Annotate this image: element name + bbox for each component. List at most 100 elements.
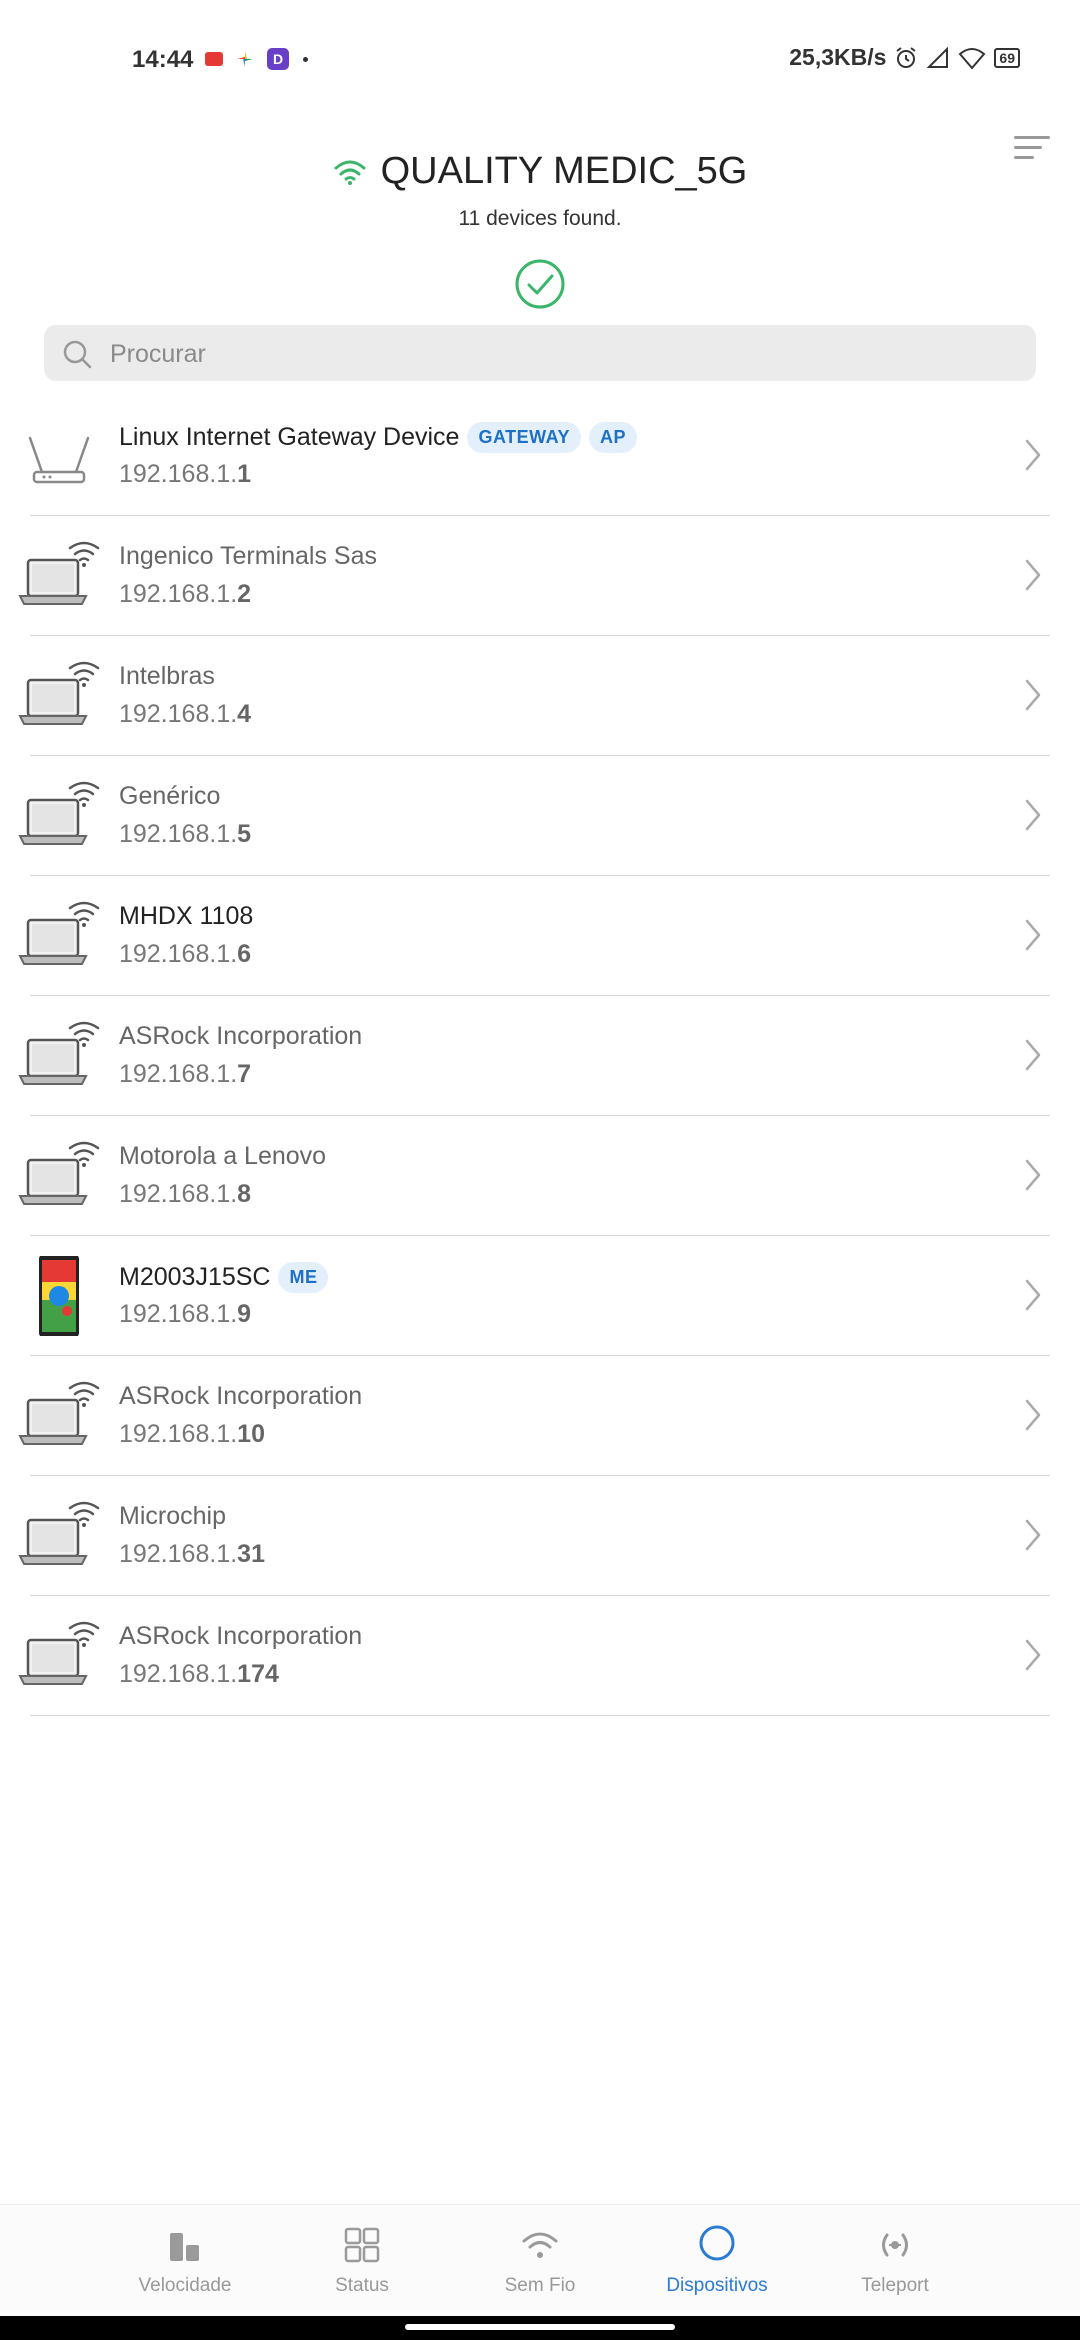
device-ip: 192.168.1.174 bbox=[119, 1660, 279, 1689]
system-home-bar bbox=[0, 2316, 1080, 2340]
device-row[interactable]: Intelbras 192.168.1.4 bbox=[0, 636, 1080, 756]
device-row[interactable]: ASRock Incorporation 192.168.1.10 bbox=[0, 1356, 1080, 1476]
router-icon bbox=[16, 416, 102, 496]
device-name: Ingenico Terminals Sas bbox=[119, 542, 378, 570]
bottom-navigation: Velocidade Status Sem Fio Dispositivos T… bbox=[0, 2204, 1080, 2317]
ip-suffix: 10 bbox=[237, 1420, 265, 1448]
ip-suffix: 1 bbox=[237, 460, 252, 488]
device-name: Linux Internet Gateway Device bbox=[119, 423, 460, 451]
laptop-wifi-icon bbox=[16, 1136, 102, 1216]
nav-devices-label: Dispositivos bbox=[666, 2275, 768, 2296]
device-name: Microchip bbox=[119, 1502, 226, 1530]
notification-icons: D bbox=[205, 48, 308, 70]
laptop-wifi-icon bbox=[16, 776, 102, 856]
laptop-wifi-icon bbox=[16, 1016, 102, 1096]
device-ip: 192.168.1.2 bbox=[119, 580, 251, 609]
device-row[interactable]: MHDX 1108 192.168.1.6 bbox=[0, 876, 1080, 996]
nav-teleport[interactable]: Teleport bbox=[815, 2205, 975, 2317]
ip-suffix: 5 bbox=[237, 820, 252, 848]
device-name-line: ASRock Incorporation bbox=[119, 1622, 362, 1651]
chevron-right-icon bbox=[1024, 678, 1042, 712]
device-name-line: MHDX 1108 bbox=[119, 902, 253, 931]
laptop-wifi-icon bbox=[16, 1376, 102, 1456]
device-ip: 192.168.1.10 bbox=[119, 1420, 265, 1449]
device-name: Motorola a Lenovo bbox=[119, 1142, 327, 1170]
chevron-right-icon bbox=[1024, 1398, 1042, 1432]
device-ip: 192.168.1.6 bbox=[119, 940, 251, 969]
device-ip: 192.168.1.5 bbox=[119, 820, 251, 849]
device-row[interactable]: Genérico 192.168.1.5 bbox=[0, 756, 1080, 876]
ip-suffix: 2 bbox=[237, 580, 252, 608]
device-name-line: Microchip bbox=[119, 1502, 226, 1531]
nav-status-label: Status bbox=[335, 2275, 389, 2296]
cellular-signal-icon bbox=[927, 46, 949, 68]
device-ip: 192.168.1.9 bbox=[119, 1300, 251, 1329]
ip-suffix: 4 bbox=[237, 700, 252, 728]
device-name: M2003J15SC bbox=[119, 1263, 271, 1291]
device-row[interactable]: Ingenico Terminals Sas 192.168.1.2 bbox=[0, 516, 1080, 636]
device-name-line: Genérico bbox=[119, 782, 220, 811]
grid-icon bbox=[344, 2227, 380, 2263]
app-d-icon: D bbox=[267, 48, 289, 70]
search-icon bbox=[63, 340, 92, 369]
ip-prefix: 192.168.1. bbox=[119, 580, 238, 608]
nav-speed-label: Velocidade bbox=[138, 2275, 232, 2296]
nav-speed[interactable]: Velocidade bbox=[105, 2205, 265, 2317]
laptop-wifi-icon bbox=[16, 1496, 102, 1576]
smartphone-icon bbox=[16, 1254, 102, 1338]
status-time: 14:44 bbox=[132, 46, 194, 73]
devices-radar-icon bbox=[699, 2225, 735, 2261]
chevron-right-icon bbox=[1024, 1158, 1042, 1192]
device-row[interactable]: Microchip 192.168.1.31 bbox=[0, 1476, 1080, 1596]
device-row[interactable]: Linux Internet Gateway Device GATEWAY AP 19… bbox=[0, 396, 1080, 516]
device-name: ASRock Incorporation bbox=[119, 1382, 363, 1410]
chevron-right-icon bbox=[1024, 1278, 1042, 1312]
device-name: MHDX 1108 bbox=[119, 902, 254, 930]
device-badge: AP bbox=[588, 422, 637, 453]
device-ip: 192.168.1.4 bbox=[119, 700, 251, 729]
ip-prefix: 192.168.1. bbox=[119, 820, 238, 848]
youtube-icon bbox=[205, 52, 223, 66]
ip-prefix: 192.168.1. bbox=[119, 1180, 238, 1208]
network-header: QUALITY MEDIC_5G 11 devices found. bbox=[0, 150, 1080, 231]
device-row[interactable]: M2003J15SC ME 192.168.1.9 bbox=[0, 1236, 1080, 1356]
search-bar[interactable] bbox=[44, 325, 1036, 383]
ip-prefix: 192.168.1. bbox=[119, 1660, 238, 1688]
nav-status[interactable]: Status bbox=[282, 2205, 442, 2317]
nav-wireless[interactable]: Sem Fio bbox=[460, 2205, 620, 2317]
ip-suffix: 174 bbox=[237, 1660, 279, 1688]
chevron-right-icon bbox=[1024, 1518, 1042, 1552]
chevron-right-icon bbox=[1024, 918, 1042, 952]
scan-complete-check-icon bbox=[515, 259, 565, 309]
battery-icon: 69 bbox=[994, 47, 1020, 68]
device-row[interactable]: ASRock Incorporation 192.168.1.174 bbox=[0, 1596, 1080, 1716]
device-row[interactable]: Motorola a Lenovo 192.168.1.8 bbox=[0, 1116, 1080, 1236]
network-speed: 25,3KB/s bbox=[789, 44, 887, 70]
nav-teleport-label: Teleport bbox=[861, 2275, 929, 2296]
device-name: ASRock Incorporation bbox=[119, 1022, 363, 1050]
device-name-line: ASRock Incorporation bbox=[119, 1022, 362, 1051]
device-ip: 192.168.1.7 bbox=[119, 1060, 251, 1089]
search-input[interactable] bbox=[108, 325, 1012, 383]
device-badge: GATEWAY bbox=[467, 422, 581, 453]
nav-wireless-label: Sem Fio bbox=[504, 2275, 576, 2296]
device-name-line: Motorola a Lenovo bbox=[119, 1142, 326, 1171]
device-name-line: M2003J15SC ME bbox=[119, 1262, 329, 1293]
status-right: 25,3KB/s 69 bbox=[789, 44, 1020, 71]
device-list: Linux Internet Gateway Device GATEWAY AP 19… bbox=[0, 396, 1080, 1716]
laptop-wifi-icon bbox=[16, 536, 102, 616]
laptop-wifi-icon bbox=[16, 896, 102, 976]
laptop-wifi-icon bbox=[16, 1616, 102, 1696]
nav-devices[interactable]: Dispositivos bbox=[637, 2205, 797, 2317]
network-ssid: QUALITY MEDIC_5G bbox=[380, 150, 748, 192]
home-indicator[interactable] bbox=[405, 2324, 675, 2330]
device-name: Genérico bbox=[119, 782, 221, 810]
chevron-right-icon bbox=[1024, 1038, 1042, 1072]
teleport-icon bbox=[882, 2233, 908, 2257]
device-name-line: Linux Internet Gateway Device GATEWAY AP bbox=[119, 422, 637, 453]
laptop-wifi-icon bbox=[16, 656, 102, 736]
more-notifications-dot bbox=[303, 56, 308, 62]
chevron-right-icon bbox=[1024, 558, 1042, 592]
speed-bars-icon bbox=[170, 2233, 199, 2261]
device-row[interactable]: ASRock Incorporation 192.168.1.7 bbox=[0, 996, 1080, 1116]
